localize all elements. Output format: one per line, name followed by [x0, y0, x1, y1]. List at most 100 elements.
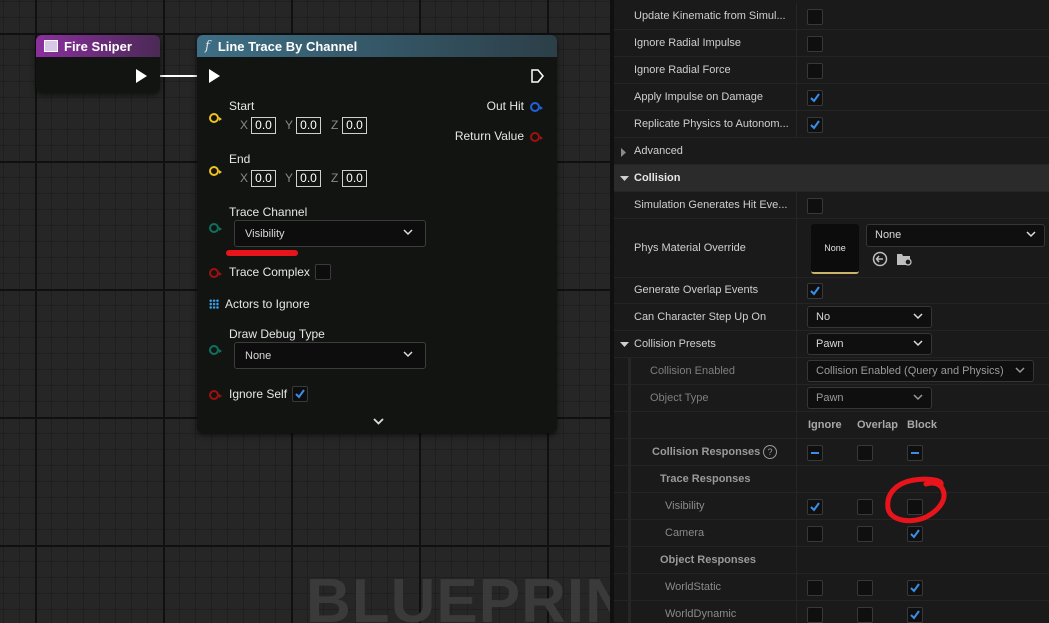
exec-in-pin[interactable] [209, 69, 220, 83]
trace-complex-pin[interactable] [209, 268, 222, 278]
help-icon[interactable]: ? [763, 445, 777, 459]
exec-then-pin[interactable] [531, 69, 544, 88]
collision-enabled-row: Collision Enabled Collision Enabled (Que… [614, 358, 1049, 385]
object-type-dropdown[interactable]: Pawn [807, 387, 932, 409]
generate-overlap-label: Generate Overlap Events [634, 284, 759, 296]
use-selected-arrow-icon[interactable] [872, 251, 888, 267]
update-kinematic-checkbox[interactable] [807, 9, 823, 25]
array-grid-icon[interactable] [209, 299, 219, 309]
row-divider [796, 304, 797, 331]
step-up-row: Can Character Step Up On No [614, 304, 1049, 331]
row-divider [796, 3, 797, 30]
visibility-overlap-checkbox[interactable] [857, 499, 873, 515]
chevron-down-icon [1015, 367, 1025, 374]
fire-sniper-node[interactable]: Fire Sniper [36, 35, 160, 93]
row-divider [796, 547, 797, 574]
phys-material-dropdown[interactable]: None [866, 224, 1045, 247]
start-pin[interactable] [209, 113, 222, 123]
ignore-column-header: Ignore [808, 419, 842, 431]
worldstatic-ignore-checkbox[interactable] [807, 580, 823, 596]
ignore-radial-impulse-label: Ignore Radial Impulse [634, 37, 742, 49]
exec-out-pin[interactable] [136, 69, 147, 83]
update-kinematic-row: Update Kinematic from Simul... [614, 3, 1049, 30]
trace-channel-dropdown[interactable]: Visibility [234, 220, 426, 247]
row-divider [796, 30, 797, 57]
return-value-pin[interactable] [530, 132, 543, 142]
camera-block-checkbox[interactable] [907, 526, 923, 542]
expand-chevron-icon[interactable] [373, 418, 384, 425]
ignore-self-label: Ignore Self [229, 387, 288, 401]
ignore-radial-force-row: Ignore Radial Force [614, 57, 1049, 84]
draw-debug-dropdown[interactable]: None [234, 342, 426, 369]
overlap-all-toggle[interactable] [857, 445, 873, 461]
ignore-all-toggle[interactable] [807, 445, 823, 461]
end-pin[interactable] [209, 166, 222, 176]
draw-debug-label: Draw Debug Type [229, 327, 325, 341]
advanced-row[interactable]: Advanced [614, 138, 1049, 165]
end-x-input[interactable]: 0.0 [251, 170, 276, 187]
start-x-input[interactable]: 0.0 [251, 117, 276, 134]
trace-complex-checkbox[interactable] [315, 264, 331, 280]
worlddynamic-overlap-checkbox[interactable] [857, 607, 873, 623]
draw-debug-value: None [245, 349, 272, 362]
browse-folder-icon[interactable] [896, 251, 914, 267]
start-z-input[interactable]: 0.0 [342, 117, 367, 134]
camera-overlap-checkbox[interactable] [857, 526, 873, 542]
start-y-axis: Y [285, 118, 294, 132]
collision-presets-dropdown[interactable]: Pawn [807, 333, 932, 355]
chevron-down-icon [913, 394, 923, 401]
chevron-down-icon[interactable] [620, 341, 629, 348]
row-divider [796, 358, 797, 385]
phys-material-thumbnail[interactable]: None [811, 224, 859, 274]
trace-channel-label: Trace Channel [229, 205, 308, 219]
row-divider [796, 466, 797, 493]
row-divider [796, 277, 797, 304]
block-all-toggle[interactable] [907, 445, 923, 461]
blueprint-watermark: BLUEPRINT [306, 567, 610, 623]
ignore-radial-force-label: Ignore Radial Force [634, 64, 731, 76]
ignore-self-checkbox[interactable] [292, 386, 308, 402]
visibility-ignore-checkbox[interactable] [807, 499, 823, 515]
replicate-physics-label: Replicate Physics to Autonom... [634, 118, 789, 130]
draw-debug-pin[interactable] [209, 345, 222, 355]
trace-responses-label: Trace Responses [660, 473, 751, 485]
worldstatic-response-label: WorldStatic [665, 581, 722, 593]
collision-responses-label: Collision Responses [652, 446, 761, 458]
fire-sniper-header[interactable]: Fire Sniper [36, 35, 160, 57]
ignore-radial-impulse-checkbox[interactable] [807, 36, 823, 52]
chevron-down-icon [1026, 231, 1036, 238]
camera-ignore-checkbox[interactable] [807, 526, 823, 542]
end-z-input[interactable]: 0.0 [342, 170, 367, 187]
chevron-down-icon [403, 229, 413, 236]
apply-impulse-checkbox[interactable] [807, 90, 823, 106]
collision-enabled-dropdown[interactable]: Collision Enabled (Query and Physics) [807, 360, 1034, 382]
end-y-input[interactable]: 0.0 [296, 170, 321, 187]
replicate-physics-checkbox[interactable] [807, 117, 823, 133]
checkmark-icon [810, 286, 820, 296]
phys-material-label: Phys Material Override [634, 242, 746, 254]
blueprint-graph[interactable]: BLUEPRINT Fire Sniper f Line Trace By Ch… [0, 0, 610, 623]
sim-generates-hit-checkbox[interactable] [807, 198, 823, 214]
row-divider [796, 439, 797, 466]
out-hit-pin[interactable] [530, 102, 543, 112]
trace-channel-pin[interactable] [209, 223, 222, 233]
generate-overlap-checkbox[interactable] [807, 283, 823, 299]
line-trace-node[interactable]: f Line Trace By Channel Start X 0.0 Y 0.… [197, 35, 557, 433]
trace-channel-value: Visibility [245, 227, 285, 240]
collision-section-header[interactable]: Collision [614, 165, 1049, 192]
worldstatic-block-checkbox[interactable] [907, 580, 923, 596]
overlap-column-header: Overlap [857, 419, 898, 431]
ignore-self-pin[interactable] [209, 390, 222, 400]
worlddynamic-ignore-checkbox[interactable] [807, 607, 823, 623]
worldstatic-overlap-checkbox[interactable] [857, 580, 873, 596]
collision-section-label: Collision [634, 172, 681, 184]
ignore-radial-force-checkbox[interactable] [807, 63, 823, 79]
replicate-physics-row: Replicate Physics to Autonom... [614, 111, 1049, 138]
start-z-axis: Z [331, 118, 339, 132]
end-z-axis: Z [331, 171, 339, 185]
details-panel[interactable]: Update Kinematic from Simul... Ignore Ra… [610, 0, 1049, 623]
line-trace-header[interactable]: f Line Trace By Channel [197, 35, 557, 57]
start-y-input[interactable]: 0.0 [296, 117, 321, 134]
worlddynamic-block-checkbox[interactable] [907, 607, 923, 623]
step-up-dropdown[interactable]: No [807, 306, 932, 328]
